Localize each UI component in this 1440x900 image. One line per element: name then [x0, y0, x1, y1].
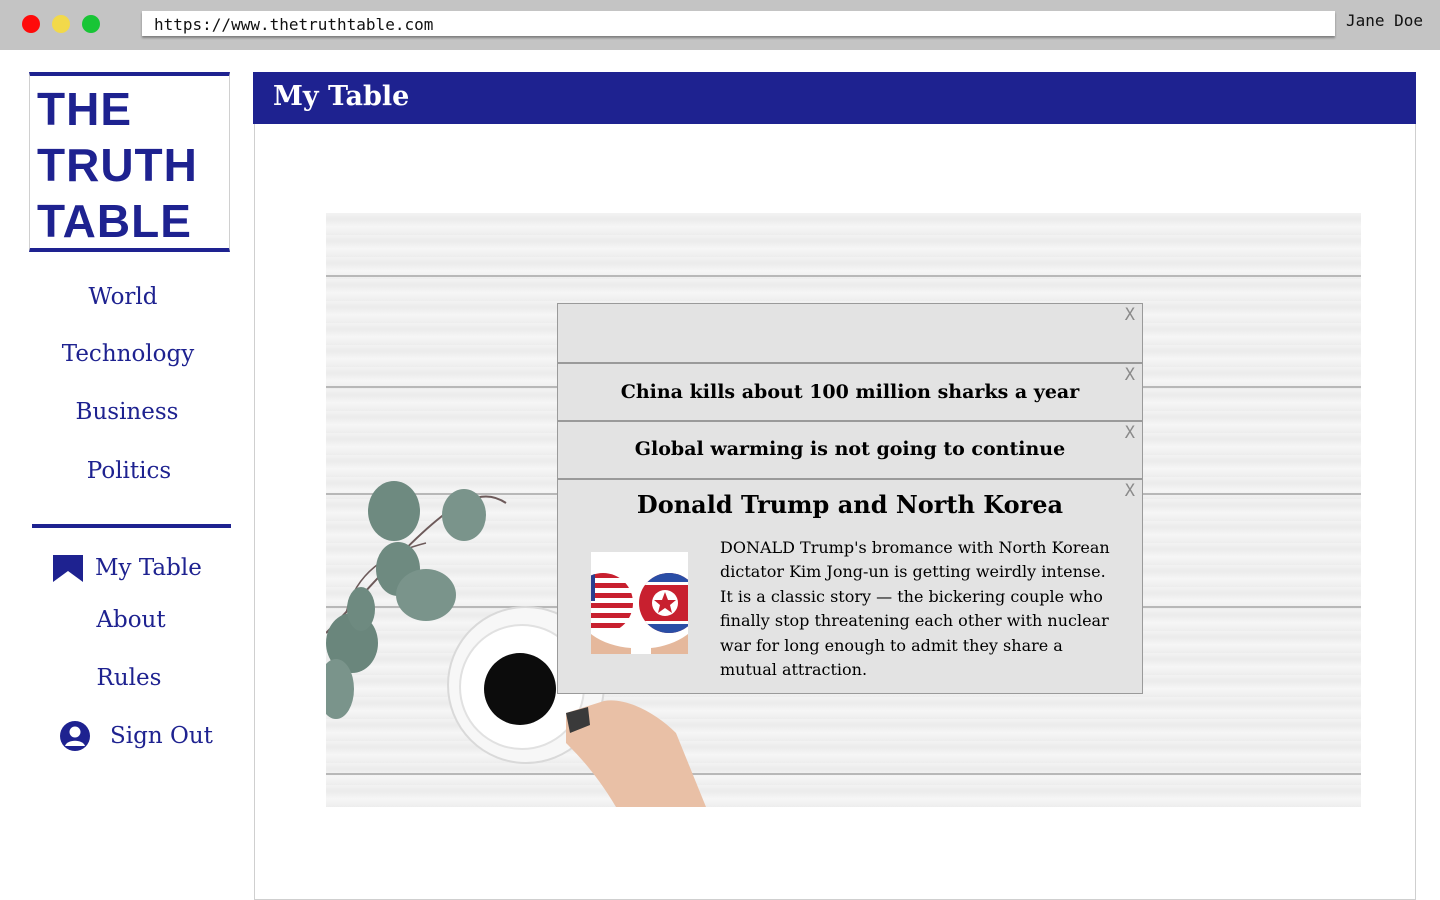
maximize-window-button[interactable] [82, 15, 100, 33]
close-card-button[interactable]: X [1125, 481, 1135, 501]
card-title: Donald Trump and North Korea [636, 490, 1064, 519]
nav-technology[interactable]: Technology [28, 340, 228, 368]
nav-sign-out[interactable]: Sign Out [60, 721, 213, 751]
close-window-button[interactable] [22, 15, 40, 33]
browser-chrome: https://www.thetruthtable.com Jane Doe [0, 0, 1440, 50]
nav-sign-out-label: Sign Out [110, 723, 213, 749]
logo-line-3: TABLE [37, 195, 192, 247]
nav-my-table[interactable]: My Table [53, 554, 202, 582]
sidebar-divider [32, 524, 231, 528]
close-card-button[interactable]: X [1125, 365, 1135, 385]
card-title: China kills about 100 million sharks a y… [620, 381, 1080, 403]
nav-world[interactable]: World [23, 283, 223, 311]
address-bar[interactable]: https://www.thetruthtable.com [142, 11, 1335, 36]
user-name[interactable]: Jane Doe [1346, 11, 1423, 30]
saved-article-card[interactable]: China kills about 100 million sharks a y… [557, 363, 1143, 421]
nav-about[interactable]: About [31, 606, 231, 634]
saved-article-card-expanded[interactable]: Donald Trump and North Korea X DONALD Tr… [557, 479, 1143, 694]
nav-politics[interactable]: Politics [29, 457, 229, 485]
saved-article-card[interactable]: X [557, 303, 1143, 363]
user-icon [60, 721, 90, 751]
nav-business[interactable]: Business [27, 398, 227, 426]
site-logo[interactable]: THE TRUTH TABLE [29, 72, 230, 252]
page-title: My Table [273, 81, 410, 112]
card-title: Global warming is not going to continue [634, 438, 1066, 460]
logo-line-2: TRUTH [37, 139, 198, 191]
article-thumbnail [591, 552, 688, 654]
minimize-window-button[interactable] [52, 15, 70, 33]
logo-line-1: THE [37, 83, 132, 135]
page-header: My Table [253, 72, 1416, 124]
nav-rules[interactable]: Rules [29, 664, 229, 692]
card-body-text: DONALD Trump's bromance with North Korea… [720, 538, 1110, 680]
nav-my-table-label: My Table [95, 555, 202, 581]
saved-article-card[interactable]: Global warming is not going to continue … [557, 421, 1143, 479]
bookmark-icon [53, 554, 83, 582]
close-card-button[interactable]: X [1125, 423, 1135, 443]
close-card-button[interactable]: X [1125, 305, 1135, 325]
